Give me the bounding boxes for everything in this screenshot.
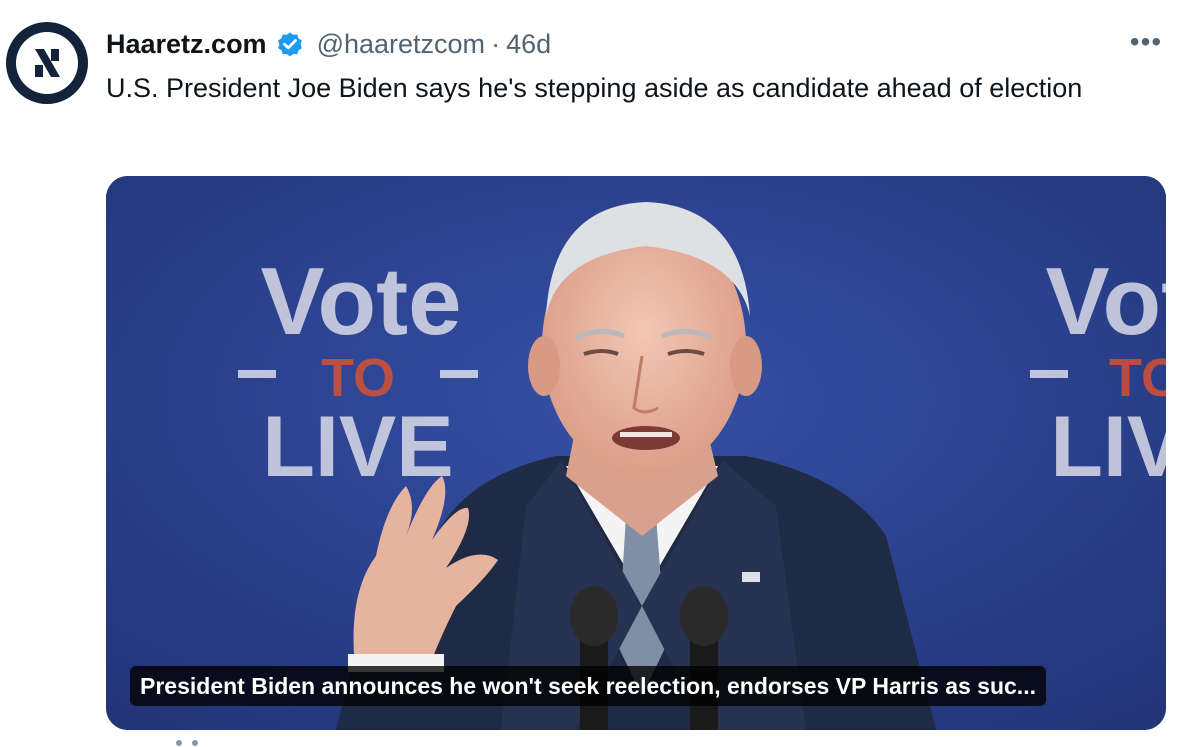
backdrop-live-text: LIVE xyxy=(262,399,453,495)
haaretz-logo-icon xyxy=(16,32,78,94)
backdrop-live-text-right: LIVE xyxy=(1050,399,1166,495)
verified-badge-icon xyxy=(275,29,305,59)
tweet-header: Haaretz.com @haaretzcom · 46d xyxy=(106,24,551,64)
avatar[interactable] xyxy=(6,22,88,104)
action-bar-peek xyxy=(176,740,216,747)
more-options-icon[interactable]: ••• xyxy=(1126,26,1166,58)
backdrop-vote-text: Vote xyxy=(261,248,462,355)
reply-icon[interactable] xyxy=(176,740,182,746)
author-display-name[interactable]: Haaretz.com xyxy=(106,29,267,60)
media-caption: President Biden announces he won't seek … xyxy=(130,666,1046,706)
biden-podium-photo: Vote TO LIVE Vote TO LIVE xyxy=(106,176,1166,730)
tweet-card[interactable]: Haaretz.com @haaretzcom · 46d ••• U.S. P… xyxy=(0,0,1200,747)
repost-icon[interactable] xyxy=(192,740,198,746)
tweet-text: U.S. President Joe Biden says he's stepp… xyxy=(106,73,1083,103)
tweet-timestamp[interactable]: 46d xyxy=(506,29,551,60)
author-handle[interactable]: @haaretzcom xyxy=(317,29,485,60)
backdrop-vote-text-right: Vote xyxy=(1046,248,1166,355)
tweet-media-image[interactable]: Vote TO LIVE Vote TO LIVE xyxy=(106,176,1166,730)
vote-to-live-sign-left: Vote TO LIVE xyxy=(238,248,478,495)
separator-dot: · xyxy=(491,28,501,59)
